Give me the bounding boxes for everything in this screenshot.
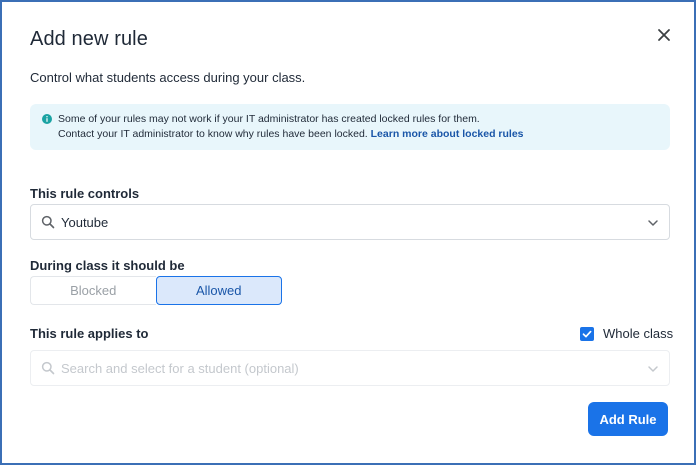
- checkbox-checked-icon[interactable]: [580, 326, 594, 341]
- info-line-1: Some of your rules may not work if your …: [58, 113, 480, 125]
- whole-class-checkbox[interactable]: Whole class: [580, 326, 673, 341]
- close-icon: [658, 29, 670, 41]
- add-rule-dialog: Add new rule Control what students acces…: [4, 4, 694, 463]
- info-icon: [42, 114, 52, 124]
- allowed-option[interactable]: Allowed: [155, 276, 282, 305]
- rule-controls-select[interactable]: Youtube: [30, 204, 670, 240]
- dialog-subtitle: Control what students access during your…: [30, 70, 306, 85]
- close-button[interactable]: [654, 25, 674, 45]
- info-banner: Some of your rules may not work if your …: [30, 104, 670, 150]
- checkmark-icon: [582, 330, 592, 337]
- blocked-option[interactable]: Blocked: [30, 276, 156, 305]
- dialog-title: Add new rule: [30, 28, 148, 50]
- whole-class-label: Whole class: [603, 326, 674, 341]
- during-class-toggle: Blocked Allowed: [30, 276, 282, 305]
- during-class-label: During class it should be: [30, 258, 185, 273]
- screenshot-frame: Add new rule Control what students acces…: [0, 0, 696, 465]
- search-icon: [41, 361, 55, 375]
- learn-more-link[interactable]: Learn more about locked rules: [371, 128, 524, 140]
- rule-controls-value: Youtube: [61, 215, 109, 230]
- info-line-2-text: Contact your IT administrator to know wh…: [58, 128, 368, 140]
- chevron-down-icon: [648, 366, 658, 372]
- student-select-placeholder: Search and select for a student (optiona…: [61, 361, 299, 376]
- student-select[interactable]: Search and select for a student (optiona…: [30, 350, 670, 386]
- add-rule-button[interactable]: Add Rule: [588, 402, 668, 436]
- info-line-2: Contact your IT administrator to know wh…: [58, 127, 524, 142]
- search-icon: [41, 215, 55, 229]
- chevron-down-icon: [648, 220, 658, 226]
- rule-controls-label: This rule controls: [30, 186, 140, 201]
- rule-applies-label: This rule applies to: [30, 326, 149, 341]
- info-text: Some of your rules may not work if your …: [58, 112, 524, 142]
